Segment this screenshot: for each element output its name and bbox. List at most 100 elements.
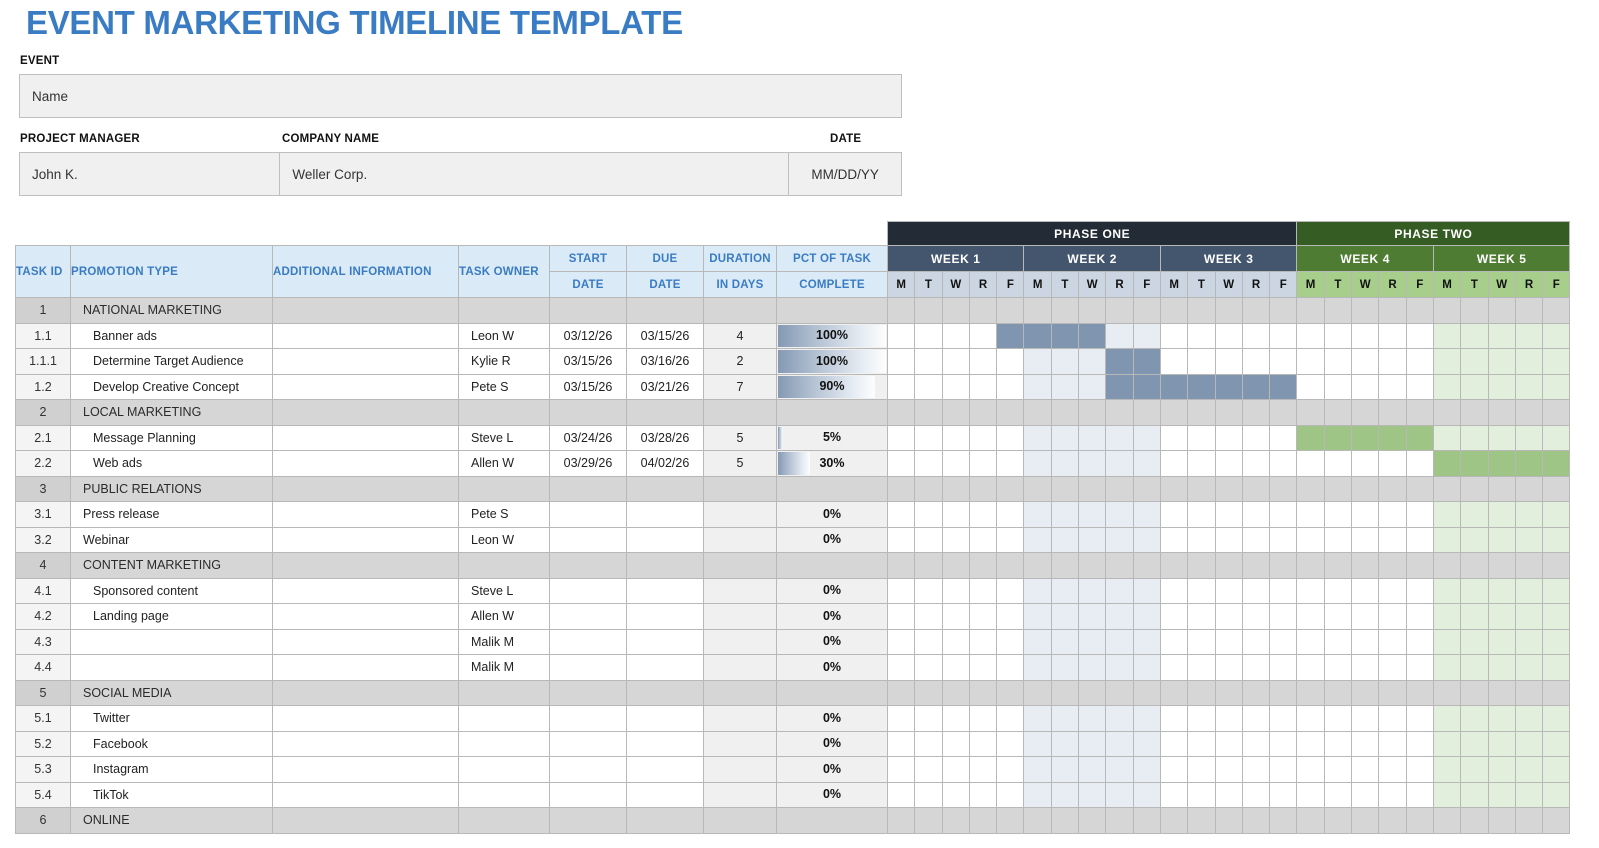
cell-due-date[interactable] — [626, 552, 704, 579]
gantt-cell-r9-d25[interactable] — [1542, 526, 1571, 553]
gantt-cell-r0-d24[interactable] — [1514, 297, 1544, 324]
cell-start-date[interactable] — [549, 552, 627, 579]
gantt-cell-r9-d13[interactable] — [1214, 526, 1243, 553]
cell-duration-days[interactable] — [703, 628, 777, 655]
cell-duration-days[interactable] — [703, 475, 777, 502]
gantt-cell-r5-d11[interactable] — [1159, 424, 1189, 451]
cell-start-date[interactable] — [549, 603, 627, 630]
cell-pct-complete[interactable] — [776, 399, 888, 426]
gantt-cell-r11-d3[interactable] — [941, 577, 970, 604]
gantt-cell-r14-d16[interactable] — [1296, 654, 1325, 681]
cell-additional-information[interactable] — [272, 297, 459, 324]
cell-task-owner[interactable] — [458, 399, 550, 426]
gantt-cell-r10-d6[interactable] — [1023, 552, 1052, 579]
gantt-cell-r3-d23[interactable] — [1487, 373, 1516, 400]
gantt-cell-r13-d5[interactable] — [996, 628, 1025, 655]
gantt-cell-r5-d18[interactable] — [1351, 424, 1380, 451]
cell-additional-information[interactable] — [272, 373, 459, 400]
gantt-cell-r20-d10[interactable] — [1132, 807, 1161, 834]
gantt-cell-r14-d8[interactable] — [1078, 654, 1107, 681]
cell-additional-information[interactable] — [272, 552, 459, 579]
gantt-cell-r19-d9[interactable] — [1105, 781, 1134, 808]
gantt-cell-r7-d16[interactable] — [1296, 475, 1325, 502]
gantt-cell-r9-d24[interactable] — [1514, 526, 1544, 553]
gantt-cell-r1-d19[interactable] — [1378, 322, 1407, 349]
cell-task-id[interactable]: 2 — [15, 399, 71, 426]
cell-start-date[interactable]: 03/15/26 — [549, 348, 627, 375]
gantt-cell-r17-d10[interactable] — [1132, 730, 1161, 757]
cell-duration-days[interactable] — [703, 756, 777, 783]
gantt-cell-r12-d23[interactable] — [1487, 603, 1516, 630]
gantt-cell-r12-d4[interactable] — [968, 603, 998, 630]
gantt-cell-r12-d8[interactable] — [1078, 603, 1107, 630]
cell-promotion-type[interactable]: PUBLIC RELATIONS — [70, 475, 273, 502]
cell-additional-information[interactable] — [272, 628, 459, 655]
gantt-cell-r16-d7[interactable] — [1050, 705, 1080, 732]
gantt-cell-r2-d20[interactable] — [1405, 348, 1434, 375]
cell-additional-information[interactable] — [272, 781, 459, 808]
cell-start-date[interactable] — [549, 526, 627, 553]
gantt-cell-r16-d23[interactable] — [1487, 705, 1516, 732]
gantt-cell-r4-d16[interactable] — [1296, 399, 1325, 426]
cell-due-date[interactable] — [626, 297, 704, 324]
gantt-cell-r19-d11[interactable] — [1159, 781, 1189, 808]
gantt-cell-r18-d24[interactable] — [1514, 756, 1544, 783]
gantt-cell-r9-d23[interactable] — [1487, 526, 1516, 553]
gantt-cell-r8-d9[interactable] — [1105, 501, 1134, 528]
gantt-cell-r2-d11[interactable] — [1159, 348, 1189, 375]
cell-promotion-type[interactable]: LOCAL MARKETING — [70, 399, 273, 426]
gantt-cell-r17-d11[interactable] — [1159, 730, 1189, 757]
gantt-cell-r12-d10[interactable] — [1132, 603, 1161, 630]
gantt-cell-r1-d17[interactable] — [1323, 322, 1353, 349]
cell-due-date[interactable] — [626, 475, 704, 502]
gantt-cell-r14-d9[interactable] — [1105, 654, 1134, 681]
gantt-cell-r19-d7[interactable] — [1050, 781, 1080, 808]
cell-due-date[interactable]: 03/21/26 — [626, 373, 704, 400]
gantt-cell-r14-d11[interactable] — [1159, 654, 1189, 681]
gantt-cell-r6-d11[interactable] — [1159, 450, 1189, 477]
gantt-cell-r7-d21[interactable] — [1432, 475, 1462, 502]
gantt-cell-r5-d5[interactable] — [996, 424, 1025, 451]
cell-duration-days[interactable] — [703, 297, 777, 324]
gantt-cell-r13-d22[interactable] — [1460, 628, 1489, 655]
gantt-cell-r11-d2[interactable] — [914, 577, 943, 604]
cell-start-date[interactable]: 03/15/26 — [549, 373, 627, 400]
gantt-cell-r8-d5[interactable] — [996, 501, 1025, 528]
gantt-cell-r12-d11[interactable] — [1159, 603, 1189, 630]
cell-task-owner[interactable] — [458, 705, 550, 732]
gantt-cell-r12-d14[interactable] — [1241, 603, 1271, 630]
gantt-cell-r10-d1[interactable] — [886, 552, 916, 579]
gantt-cell-r12-d5[interactable] — [996, 603, 1025, 630]
gantt-cell-r12-d3[interactable] — [941, 603, 970, 630]
gantt-cell-r2-d1[interactable] — [886, 348, 916, 375]
gantt-cell-r6-d23[interactable] — [1487, 450, 1516, 477]
gantt-cell-r3-d8[interactable] — [1078, 373, 1107, 400]
gantt-cell-r9-d7[interactable] — [1050, 526, 1080, 553]
cell-due-date[interactable]: 03/16/26 — [626, 348, 704, 375]
gantt-cell-r7-d24[interactable] — [1514, 475, 1544, 502]
gantt-cell-r1-d24[interactable] — [1514, 322, 1544, 349]
gantt-cell-r6-d21[interactable] — [1432, 450, 1462, 477]
gantt-cell-r4-d2[interactable] — [914, 399, 943, 426]
gantt-cell-r20-d21[interactable] — [1432, 807, 1462, 834]
gantt-cell-r11-d7[interactable] — [1050, 577, 1080, 604]
gantt-cell-r2-d8[interactable] — [1078, 348, 1107, 375]
gantt-cell-r15-d8[interactable] — [1078, 679, 1107, 706]
gantt-cell-r20-d9[interactable] — [1105, 807, 1134, 834]
cell-start-date[interactable] — [549, 679, 627, 706]
cell-promotion-type[interactable] — [70, 654, 273, 681]
gantt-cell-r10-d24[interactable] — [1514, 552, 1544, 579]
cell-promotion-type[interactable]: Instagram — [70, 756, 273, 783]
cell-pct-complete[interactable]: 0% — [776, 654, 888, 681]
gantt-cell-r8-d6[interactable] — [1023, 501, 1052, 528]
cell-task-id[interactable]: 3.2 — [15, 526, 71, 553]
gantt-cell-r18-d18[interactable] — [1351, 756, 1380, 783]
cell-task-id[interactable]: 4.1 — [15, 577, 71, 604]
cell-duration-days[interactable] — [703, 654, 777, 681]
gantt-cell-r15-d6[interactable] — [1023, 679, 1052, 706]
gantt-cell-r18-d1[interactable] — [886, 756, 916, 783]
gantt-cell-r12-d7[interactable] — [1050, 603, 1080, 630]
gantt-cell-r11-d4[interactable] — [968, 577, 998, 604]
gantt-cell-r7-d12[interactable] — [1187, 475, 1216, 502]
gantt-cell-r1-d22[interactable] — [1460, 322, 1489, 349]
